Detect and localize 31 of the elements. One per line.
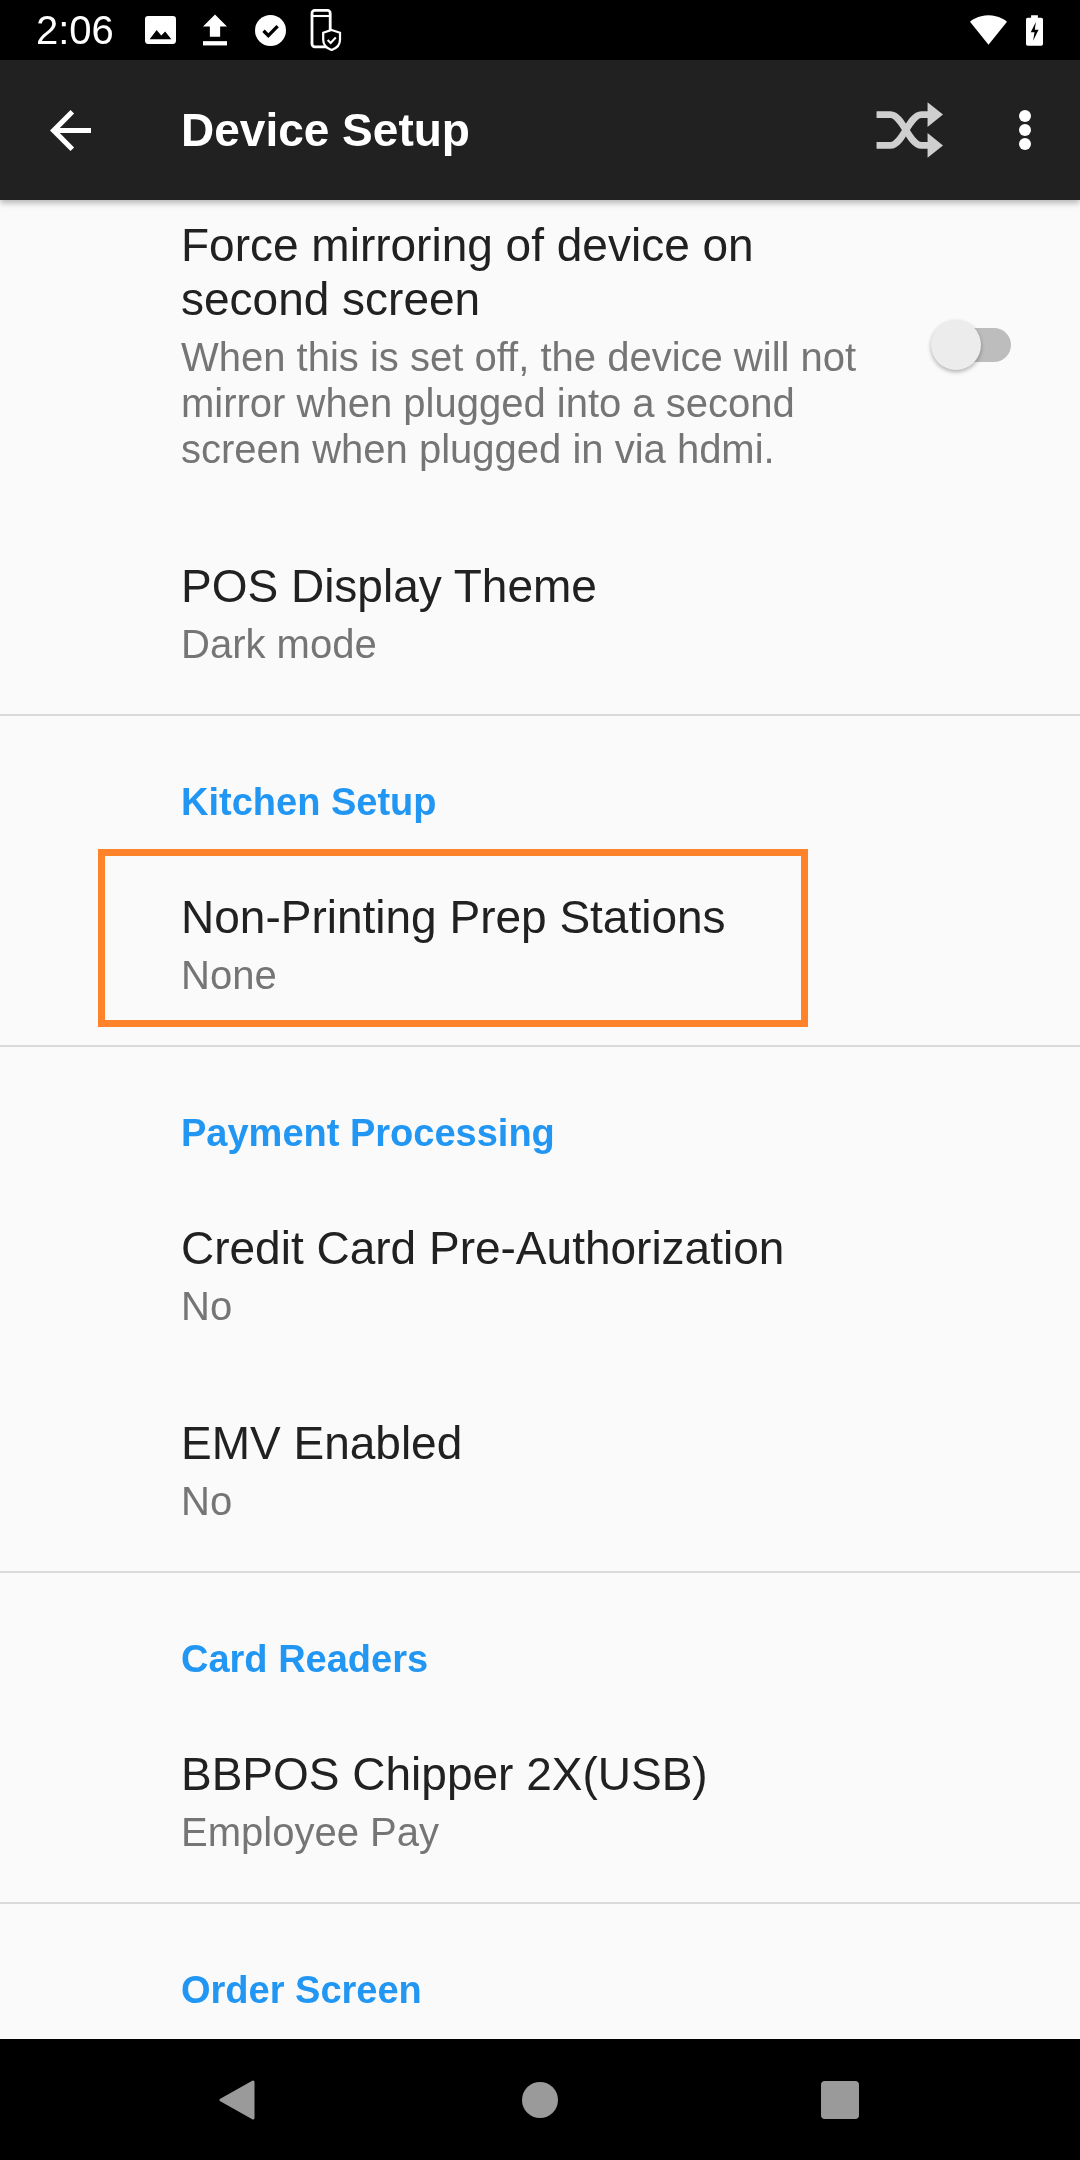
wifi-icon [970,15,1007,45]
setting-title[interactable]: Non-Printing Prep Stations [181,890,726,944]
setting-summary: When this is set off, the device will not mirror when plugged into a second screen when plugged in via hdmi. [181,334,858,472]
more-options-icon[interactable] [1019,110,1031,150]
section-header: Card Readers [181,1637,429,1682]
section-header: Order Screen [181,1968,422,2013]
image-icon [144,16,176,44]
setting-summary: None [181,952,277,998]
upload-icon [202,14,227,46]
setting-title[interactable]: POS Display Theme [181,559,597,613]
section-header: Payment Processing [181,1111,555,1156]
check-circle-icon [254,14,286,46]
back-arrow-icon[interactable] [50,109,91,151]
shuffle-icon[interactable] [875,102,943,158]
home-icon[interactable] [522,2081,558,2118]
back-icon[interactable] [219,2079,255,2120]
recents-icon[interactable] [821,2080,859,2119]
setting-summary: No [181,1283,233,1329]
toggle-switch[interactable] [931,320,1011,370]
setting-summary: No [181,1478,233,1524]
status-time: 2:06 [36,7,114,53]
phone-shield-icon [309,9,342,51]
setting-title[interactable]: EMV Enabled [181,1416,463,1470]
screen-title: Device Setup [181,103,470,157]
setting-title[interactable]: BBPOS Chipper 2X(USB) [181,1747,708,1801]
battery-charging-icon [1026,14,1043,46]
setting-summary: Employee Pay [181,1809,439,1855]
setting-summary: Dark mode [181,621,377,667]
section-header: Kitchen Setup [181,780,437,825]
setting-title[interactable]: Force mirroring of device on second screen [181,218,901,326]
setting-title[interactable]: Credit Card Pre-Authorization [181,1221,785,1275]
